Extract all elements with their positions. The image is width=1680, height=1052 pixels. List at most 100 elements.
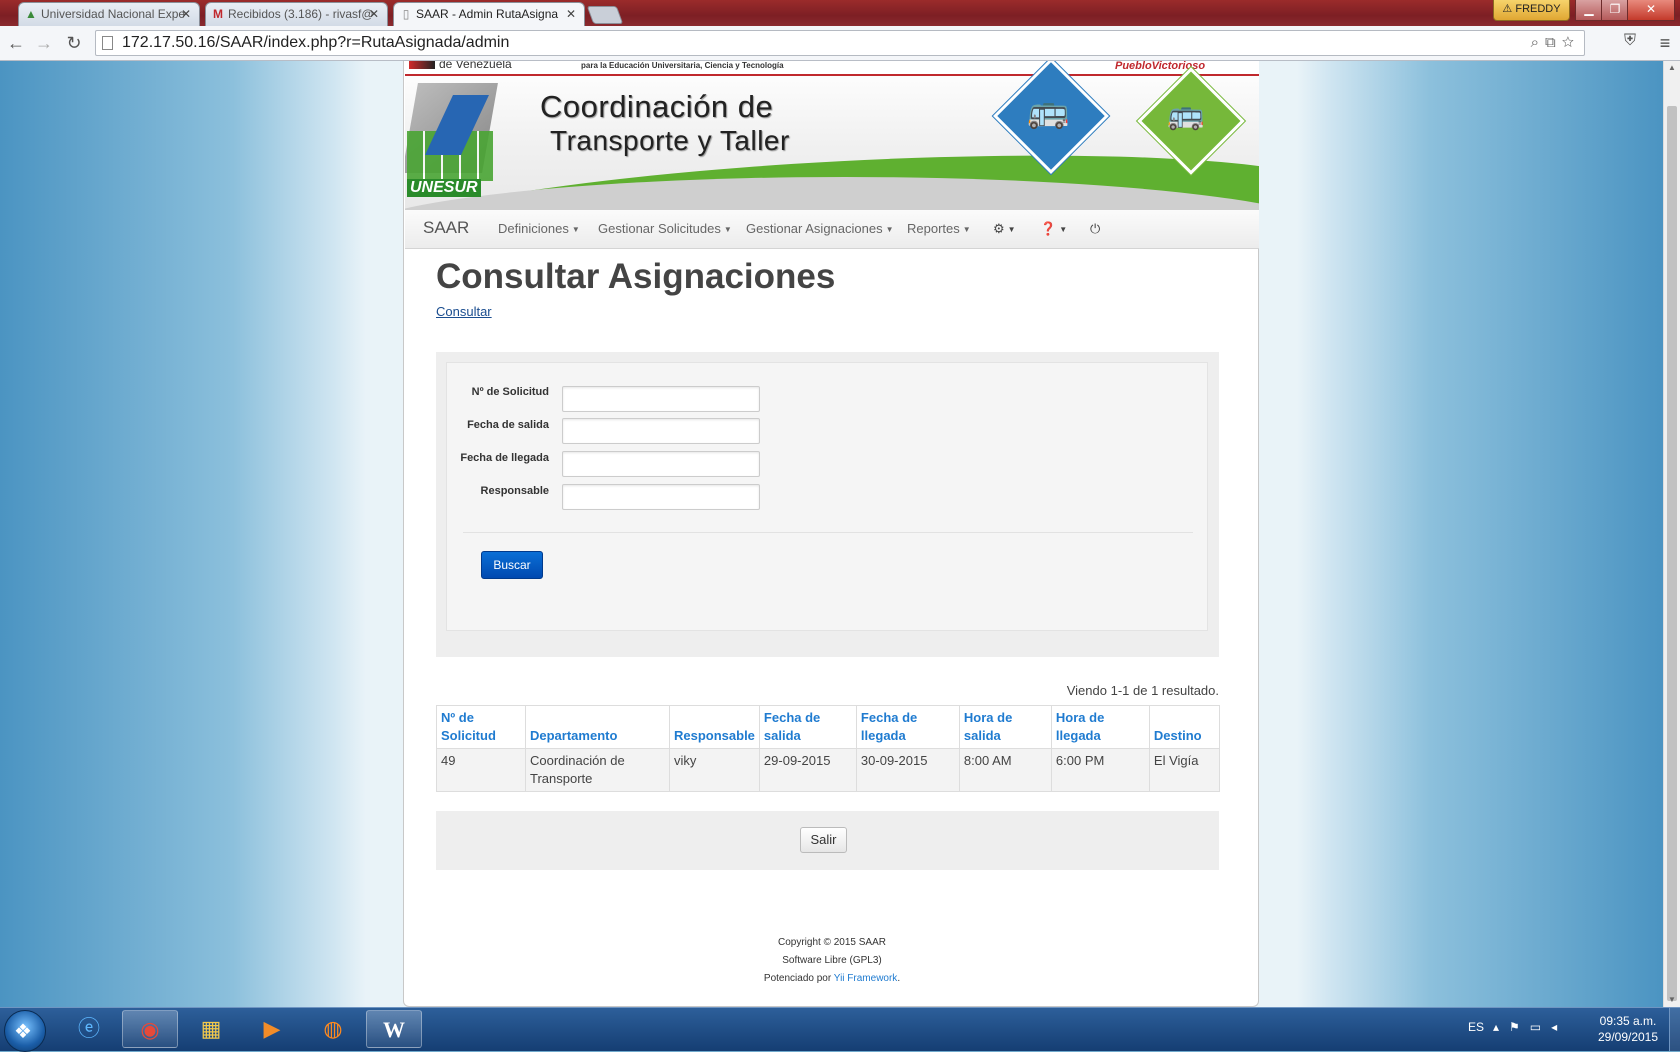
caret-down-icon: ▼ xyxy=(571,225,580,235)
nav-help[interactable]: ❓ ▼ xyxy=(1040,221,1067,237)
clock-time: 09:35 a.m. xyxy=(1599,1014,1657,1028)
address-bar[interactable]: 172.17.50.16/SAAR/index.php?r=RutaAsigna… xyxy=(95,30,1585,56)
header-banner: de Venezuela para la Educación Universit… xyxy=(405,61,1259,210)
nav-label: Definiciones xyxy=(498,221,569,236)
column-header-destino[interactable]: Destino xyxy=(1148,705,1221,749)
caret-down-icon: ▼ xyxy=(962,225,971,235)
new-tab-button[interactable] xyxy=(586,6,624,24)
nav-definiciones[interactable]: Definiciones ▼ xyxy=(498,221,580,236)
caret-down-icon: ▼ xyxy=(1007,225,1016,235)
reload-icon[interactable]: ↻ xyxy=(63,32,85,54)
forward-icon[interactable]: → xyxy=(33,32,55,54)
internet-explorer-icon[interactable]: ⓔ xyxy=(61,1010,117,1048)
flag-icon xyxy=(409,61,435,69)
cell-hora-llegada: 6:00 PM xyxy=(1050,748,1150,792)
page-footer: Copyright © 2015 SAAR Software Libre (GP… xyxy=(404,934,1260,988)
close-tab-icon[interactable]: ✕ xyxy=(566,3,576,26)
close-window-button[interactable]: ✕ xyxy=(1627,0,1675,21)
media-player-icon[interactable]: ▶ xyxy=(244,1010,300,1048)
nav-reportes[interactable]: Reportes ▼ xyxy=(907,221,971,236)
gov-left-text: de Venezuela xyxy=(439,61,512,71)
scroll-up-icon[interactable]: ▲ xyxy=(1668,63,1676,72)
translate-icon[interactable]: ⧉ xyxy=(1545,34,1562,51)
search-icon[interactable]: ⌕ xyxy=(1531,34,1545,51)
clock[interactable]: 09:35 a.m. 29/09/2015 xyxy=(1588,1013,1668,1045)
restore-button[interactable]: ❐ xyxy=(1601,0,1629,21)
show-hidden-icons-icon[interactable]: ▴ xyxy=(1493,1020,1509,1034)
form-divider xyxy=(463,532,1193,533)
action-center-icon[interactable]: ▭ xyxy=(1530,1020,1551,1034)
browser-tab-unesur[interactable]: ▲ Universidad Nacional Expe ✕ xyxy=(18,2,200,26)
exit-button[interactable]: Salir xyxy=(800,827,847,853)
scrollbar-thumb[interactable] xyxy=(1667,106,1677,1001)
column-header-solicitud[interactable]: Nº de Solicitud xyxy=(436,705,526,749)
search-form: Nº de Solicitud Fecha de salida Fecha de… xyxy=(446,362,1208,631)
fecha-salida-input[interactable] xyxy=(562,418,760,444)
start-button[interactable]: ❖ xyxy=(4,1010,46,1052)
nav-gestionar-asignaciones[interactable]: Gestionar Asignaciones ▼ xyxy=(746,221,894,236)
cell-fecha-llegada: 30-09-2015 xyxy=(855,748,960,792)
search-button[interactable]: Buscar xyxy=(481,551,543,579)
tab-title: Recibidos (3.186) - rivasf@ xyxy=(228,7,374,21)
power-icon: ⏻ xyxy=(1090,221,1101,236)
field-label-fecha-salida: Fecha de salida xyxy=(467,419,549,431)
column-header-fecha-llegada[interactable]: Fecha de llegada xyxy=(855,705,960,749)
firefox-icon[interactable]: ◍ xyxy=(305,1010,361,1048)
close-tab-icon[interactable]: ✕ xyxy=(369,3,379,26)
logo-text: UNESUR xyxy=(407,179,481,197)
language-indicator[interactable]: ES xyxy=(1468,1020,1484,1034)
cell-destino: El Vigía xyxy=(1148,748,1221,792)
back-icon[interactable]: ← xyxy=(5,32,27,54)
bookmark-star-icon[interactable]: ☆ xyxy=(1562,34,1580,51)
cell-solicitud: 49 xyxy=(436,748,526,792)
volume-icon[interactable]: ◂ xyxy=(1551,1020,1567,1034)
field-label-solicitud: Nº de Solicitud xyxy=(471,386,549,398)
cell-departamento: Coordinación de Transporte xyxy=(525,748,670,792)
address-text: 172.17.50.16/SAAR/index.php?r=RutaAsigna… xyxy=(122,34,510,51)
profile-badge[interactable]: ⚠ FREDDY xyxy=(1493,0,1570,21)
nav-label: Gestionar Asignaciones xyxy=(746,221,883,236)
scroll-down-icon[interactable]: ▼ xyxy=(1668,995,1676,1004)
file-explorer-icon[interactable]: ▦ xyxy=(183,1010,239,1048)
banner-title-line2: Transporte y Taller xyxy=(550,125,790,156)
yii-link[interactable]: Yii Framework xyxy=(834,973,898,984)
nav-gestionar-solicitudes[interactable]: Gestionar Solicitudes ▼ xyxy=(598,221,732,236)
close-tab-icon[interactable]: ✕ xyxy=(181,3,191,26)
tab-title: Universidad Nacional Expe xyxy=(41,7,186,21)
nav-settings[interactable]: ⚙ ▼ xyxy=(993,221,1016,237)
solicitud-input[interactable] xyxy=(562,386,760,412)
copyright-text: Copyright © 2015 SAAR xyxy=(778,937,886,948)
column-header-departamento[interactable]: Departamento xyxy=(525,705,670,749)
consult-link[interactable]: Consultar xyxy=(436,304,492,319)
browser-tab-saar[interactable]: ▯ SAAR - Admin RutaAsigna ✕ xyxy=(393,2,585,26)
logout-button[interactable]: ⏻ xyxy=(1090,221,1100,237)
column-header-fecha-salida[interactable]: Fecha de salida xyxy=(758,705,857,749)
show-desktop-button[interactable] xyxy=(1669,1008,1680,1051)
windows-logo-icon: ❖ xyxy=(14,1021,32,1043)
table-row: 49 Coordinación de Transporte viky 29-09… xyxy=(436,748,1221,792)
chrome-icon[interactable]: ◉ xyxy=(122,1010,178,1048)
word-icon[interactable]: W xyxy=(366,1010,422,1048)
column-header-hora-llegada[interactable]: Hora de llegada xyxy=(1050,705,1150,749)
field-label-responsable: Responsable xyxy=(480,485,549,497)
navbar-brand[interactable]: SAAR xyxy=(423,218,469,238)
cell-responsable: viky xyxy=(669,748,760,792)
page-scrollbar[interactable]: ▲ ▼ xyxy=(1663,61,1680,1007)
column-header-responsable[interactable]: Responsable xyxy=(669,705,760,749)
windows-taskbar: ❖ ⓔ ◉ ▦ ▶ ◍ W ES ▴⚑▭◂ 09:35 a.m. 29/09/2… xyxy=(0,1007,1680,1052)
search-form-panel: Nº de Solicitud Fecha de salida Fecha de… xyxy=(436,352,1219,657)
responsable-input[interactable] xyxy=(562,484,760,510)
powered-by: Potenciado por Yii Framework. xyxy=(763,973,901,984)
minimize-button[interactable]: ▁ xyxy=(1575,0,1603,21)
unesur-favicon-icon: ▲ xyxy=(25,7,37,21)
cell-fecha-salida: 29-09-2015 xyxy=(758,748,857,792)
browser-tab-gmail[interactable]: M Recibidos (3.186) - rivasf@ ✕ xyxy=(205,2,388,26)
fecha-llegada-input[interactable] xyxy=(562,451,760,477)
caret-down-icon: ▼ xyxy=(723,225,732,235)
extension-shield-icon[interactable]: ⛨ xyxy=(1620,32,1640,54)
column-header-hora-salida[interactable]: Hora de salida xyxy=(958,705,1052,749)
nav-label: Reportes xyxy=(907,221,960,236)
network-icon[interactable]: ⚑ xyxy=(1509,1020,1530,1034)
browser-menu-icon[interactable]: ≡ xyxy=(1655,32,1675,54)
caret-down-icon: ▼ xyxy=(885,225,894,235)
